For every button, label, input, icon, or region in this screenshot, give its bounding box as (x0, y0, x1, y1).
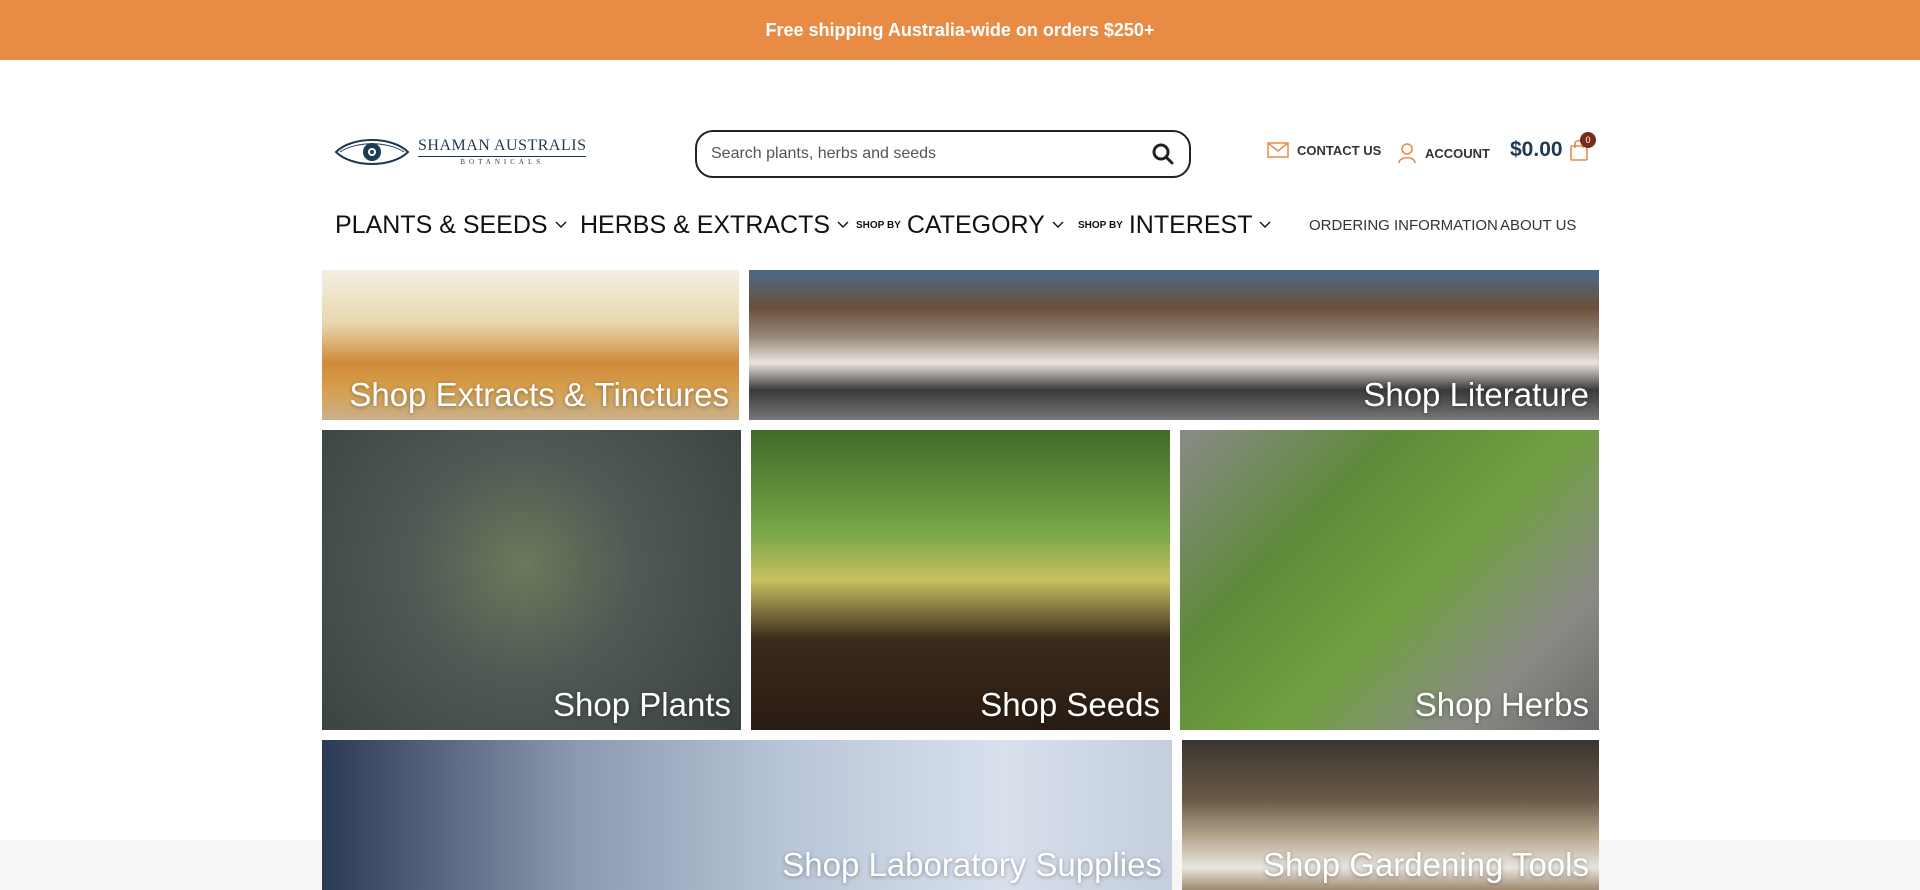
chevron-down-icon (1052, 221, 1064, 228)
tile-extracts-tinctures[interactable]: Shop Extracts & Tinctures (322, 270, 739, 420)
tile-literature[interactable]: Shop Literature (749, 270, 1599, 420)
contact-us-label: CONTACT US (1297, 142, 1382, 158)
tile-tools-label: Shop Gardening Tools (1263, 846, 1589, 883)
search-button[interactable] (1143, 134, 1183, 174)
account-link[interactable]: ACCOUNT (1397, 142, 1490, 164)
nav-shop-by-interest[interactable]: SHOP BY INTEREST (1078, 206, 1271, 244)
tile-lab-label: Shop Laboratory Supplies (782, 846, 1162, 883)
nav-ordering-label: ORDERING INFORMATION (1309, 216, 1498, 234)
tile-herbs-label: Shop Herbs (1414, 686, 1589, 723)
header-row: SHAMAN AUSTRALIS BOTANICALS CONTACT US (322, 130, 1599, 180)
tile-literature-label: Shop Literature (1363, 376, 1589, 413)
search-icon (1152, 143, 1174, 165)
site-logo[interactable]: SHAMAN AUSTRALIS BOTANICALS (334, 133, 587, 171)
tile-seeds-label: Shop Seeds (980, 686, 1160, 723)
announcement-bar: Free shipping Australia-wide on orders $… (0, 0, 1920, 60)
user-icon (1398, 143, 1416, 164)
search-input[interactable] (709, 144, 1143, 164)
announcement-text: Free shipping Australia-wide on orders $… (765, 19, 1155, 40)
tile-extracts-label: Shop Extracts & Tinctures (349, 376, 729, 413)
nav-category-label: CATEGORY (906, 210, 1045, 239)
tile-plants-label: Shop Plants (553, 686, 731, 723)
account-label: ACCOUNT (1425, 145, 1490, 161)
nav-shop-by-label: SHOP BY (1078, 219, 1123, 231)
main-nav: PLANTS & SEEDS HERBS & EXTRACTS SHOP BY … (322, 206, 1599, 244)
nav-ordering-information[interactable]: ORDERING INFORMATION (1309, 206, 1498, 244)
nav-herbs-extracts[interactable]: HERBS & EXTRACTS (580, 206, 849, 244)
logo-sub: BOTANICALS (460, 158, 545, 166)
chevron-down-icon (837, 221, 849, 228)
tile-gardening-tools[interactable]: Shop Gardening Tools (1182, 740, 1599, 890)
nav-plants-seeds-label: PLANTS & SEEDS (335, 210, 548, 239)
search-box (695, 130, 1191, 178)
nav-shop-by-category[interactable]: SHOP BY CATEGORY (856, 206, 1064, 244)
tile-herbs[interactable]: Shop Herbs (1180, 430, 1599, 730)
nav-about-label: ABOUT US (1500, 216, 1577, 234)
nav-shop-by-label: SHOP BY (856, 219, 901, 231)
tile-laboratory-supplies[interactable]: Shop Laboratory Supplies (322, 740, 1172, 890)
tile-seeds[interactable]: Shop Seeds (751, 430, 1170, 730)
contact-us-link[interactable]: CONTACT US (1267, 142, 1381, 158)
chevron-down-icon (1259, 221, 1271, 228)
eye-logo-icon (334, 139, 410, 165)
chevron-down-icon (555, 221, 567, 228)
cart-total: $0.00 (1510, 138, 1563, 161)
tile-plants[interactable]: Shop Plants (322, 430, 741, 730)
nav-herbs-extracts-label: HERBS & EXTRACTS (580, 210, 831, 239)
cart-count-badge: 0 (1580, 132, 1596, 148)
site-header: SHAMAN AUSTRALIS BOTANICALS CONTACT US (0, 60, 1920, 890)
envelope-icon (1267, 142, 1289, 158)
nav-about-us[interactable]: ABOUT US (1500, 206, 1576, 244)
nav-plants-seeds[interactable]: PLANTS & SEEDS (335, 206, 567, 244)
cart-button[interactable]: $0.00 0 (1510, 132, 1596, 162)
nav-interest-label: INTEREST (1128, 210, 1253, 239)
logo-text: SHAMAN AUSTRALIS BOTANICALS (418, 138, 587, 166)
logo-name: SHAMAN AUSTRALIS (418, 138, 587, 157)
